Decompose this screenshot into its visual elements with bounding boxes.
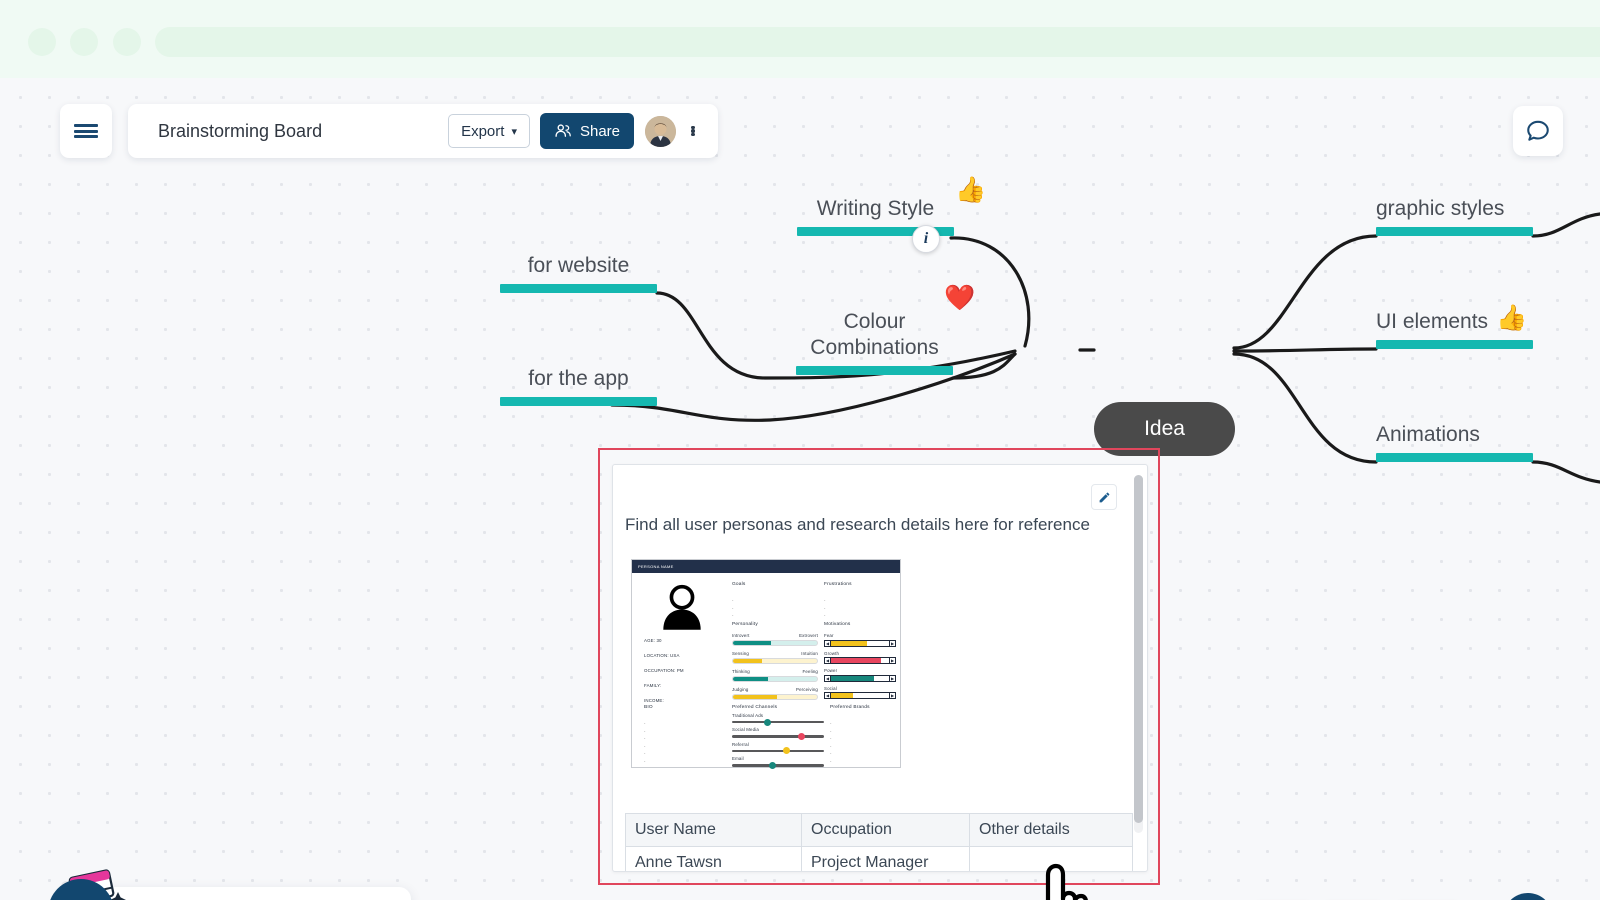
- node-bar: [1376, 340, 1533, 349]
- node-bar: [500, 397, 657, 406]
- heart-emoji-colour-combinations: ❤️: [944, 284, 976, 312]
- whiteboard-canvas[interactable]: Idea Writing Style 👍 i for website Colou…: [0, 78, 1600, 900]
- info-icon: i: [923, 230, 929, 247]
- board-title[interactable]: Brainstorming Board: [141, 121, 448, 142]
- browser-dot-minimize[interactable]: [70, 28, 98, 56]
- export-button[interactable]: Export ▾: [448, 114, 530, 148]
- browser-dot-maximize[interactable]: [113, 28, 141, 56]
- thumbs-up-emoji-ui-elements: 👍: [1496, 304, 1528, 332]
- avatar-portrait: [645, 115, 676, 147]
- people-icon: [555, 124, 571, 137]
- card-tool[interactable]: [165, 894, 209, 900]
- line-tool[interactable]: [316, 894, 360, 900]
- hand-pointer-cursor: [1045, 863, 1088, 900]
- hamburger-menu-icon: [74, 122, 98, 141]
- node-bar: [796, 366, 953, 375]
- share-button[interactable]: Share: [539, 113, 634, 149]
- node-bar: [500, 284, 657, 293]
- mindmap-node-graphic-styles[interactable]: graphic styles: [1376, 196, 1533, 236]
- share-label: Share: [579, 122, 620, 140]
- kebab-menu-icon: [691, 125, 695, 137]
- add-button-label: +: [69, 892, 92, 900]
- export-label: Export: [461, 122, 505, 140]
- mindmap-node-for-website[interactable]: for website: [500, 253, 657, 293]
- node-label: Colour Combinations: [810, 310, 939, 359]
- text-tool[interactable]: [266, 894, 310, 900]
- node-bar: [1376, 227, 1533, 236]
- node-label: graphic styles: [1376, 197, 1505, 220]
- more-options-button[interactable]: [681, 114, 705, 148]
- comment-bubble-icon: [1527, 120, 1549, 141]
- mindmap-center-label: Idea: [1144, 417, 1185, 440]
- mindmap-node-for-the-app[interactable]: for the app: [500, 366, 657, 406]
- comment-button[interactable]: [1513, 106, 1563, 156]
- thumbs-up-emoji-writing-style: 👍: [955, 176, 987, 204]
- pen-tool[interactable]: [367, 894, 411, 900]
- hamburger-menu-button[interactable]: [60, 104, 112, 158]
- browser-chrome: [0, 0, 1600, 78]
- node-label: for website: [527, 254, 630, 277]
- mindmap-node-animations[interactable]: Animations: [1376, 422, 1533, 462]
- node-label: Writing Style: [816, 197, 935, 220]
- info-badge-writing-style[interactable]: i: [912, 225, 940, 253]
- mindmap-node-colour-combinations[interactable]: Colour Combinations: [796, 309, 953, 375]
- node-bar: [1376, 453, 1533, 462]
- node-label: for the app: [528, 367, 629, 390]
- browser-url-bar[interactable]: [155, 27, 1600, 57]
- node-label: Animations: [1376, 423, 1480, 446]
- chevron-down-icon: ▾: [511, 125, 517, 138]
- sticky-note-tool[interactable]: [216, 894, 260, 900]
- avatar[interactable]: [645, 115, 676, 147]
- browser-dot-close[interactable]: [28, 28, 56, 56]
- note-selection-outline: [598, 448, 1160, 885]
- document-toolbar: Brainstorming Board Export ▾ Share: [128, 104, 718, 158]
